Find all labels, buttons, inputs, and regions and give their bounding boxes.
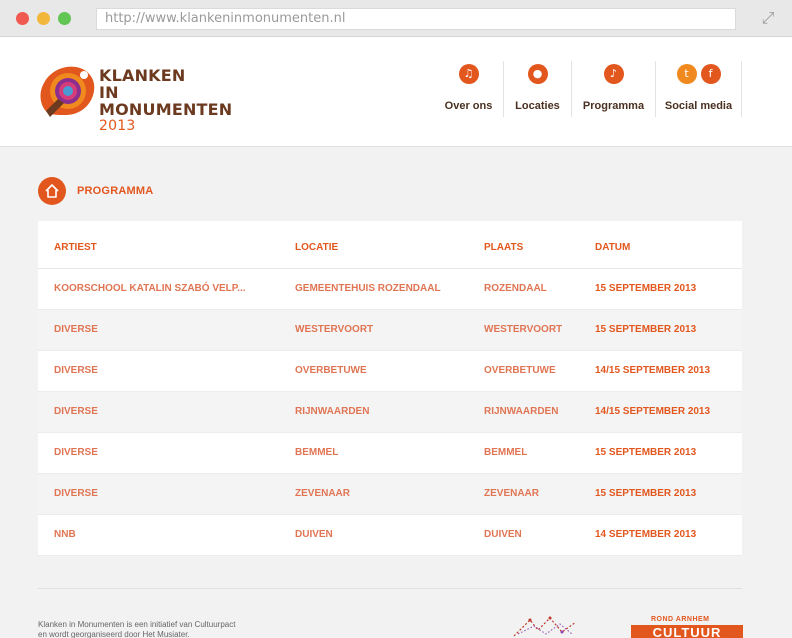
logo-line2: IN MONUMENTEN — [99, 83, 233, 119]
column-header-plaats[interactable]: PLAATS — [484, 242, 523, 253]
partner-name: CULTUUR — [631, 625, 743, 638]
cell-artiest[interactable]: DIVERSE — [54, 406, 98, 417]
table-row[interactable]: DIVERSE OVERBETUWE OVERBETUWE 14/15 SEPT… — [38, 351, 742, 392]
cell-locatie[interactable]: ZEVENAAR — [295, 488, 350, 499]
table-header: ARTIEST LOCATIE PLAATS DATUM — [38, 221, 742, 269]
column-header-datum[interactable]: DATUM — [595, 242, 630, 253]
cell-plaats[interactable]: ROZENDAAL — [484, 283, 547, 294]
twitter-icon[interactable]: t — [676, 64, 697, 84]
programma-table: ARTIEST LOCATIE PLAATS DATUM KOORSCHOOL … — [38, 221, 742, 556]
cell-artiest[interactable]: NNB — [54, 529, 76, 540]
cell-plaats[interactable]: OVERBETUWE — [484, 365, 556, 376]
browser-chrome: http://www.klankeninmonumenten.nl ⤢ — [0, 0, 792, 37]
cell-locatie[interactable]: DUIVEN — [295, 529, 333, 540]
cell-plaats[interactable]: WESTERVOORT — [484, 324, 562, 335]
nav-item-locaties[interactable]: ● Locaties — [504, 61, 572, 117]
music-note-icon: ♫ — [458, 64, 479, 84]
nav-label: Social media — [664, 100, 733, 112]
table-row[interactable]: DIVERSE BEMMEL BEMMEL 15 SEPTEMBER 2013 — [38, 433, 742, 474]
column-header-artiest[interactable]: ARTIEST — [54, 242, 97, 253]
cell-artiest[interactable]: DIVERSE — [54, 324, 98, 335]
address-bar[interactable]: http://www.klankeninmonumenten.nl — [96, 8, 736, 30]
close-window-button[interactable] — [16, 12, 29, 25]
logo-line1: KLANKEN — [99, 66, 186, 85]
cell-datum: 14/15 SEPTEMBER 2013 — [595, 406, 711, 417]
nav-item-programma[interactable]: ♪ Programma — [572, 61, 656, 117]
browser-window: http://www.klankeninmonumenten.nl ⤢ KLAN… — [0, 0, 792, 638]
logo-text: KLANKEN IN MONUMENTEN 2013 — [99, 67, 238, 135]
cell-locatie[interactable]: WESTERVOORT — [295, 324, 373, 335]
map-pin-icon: ● — [527, 64, 548, 84]
cell-locatie[interactable]: RIJNWAARDEN — [295, 406, 369, 417]
nav-item-social-media[interactable]: t f Social media — [656, 61, 742, 117]
maximize-window-button[interactable] — [58, 12, 71, 25]
cell-plaats[interactable]: DUIVEN — [484, 529, 522, 540]
table-row[interactable]: KOORSCHOOL KATALIN SZABÓ VELP... GEMEENT… — [38, 269, 742, 310]
guitar-icon: ♪ — [603, 64, 624, 84]
facebook-icon[interactable]: f — [700, 64, 721, 84]
cell-artiest[interactable]: DIVERSE — [54, 447, 98, 458]
cell-artiest[interactable]: DIVERSE — [54, 365, 98, 376]
table-row[interactable]: NNB DUIVEN DUIVEN 14 SEPTEMBER 2013 — [38, 515, 742, 556]
cell-datum: 15 SEPTEMBER 2013 — [595, 283, 697, 294]
nav-label: Programma — [582, 100, 645, 112]
cell-datum: 14/15 SEPTEMBER 2013 — [595, 365, 711, 376]
cell-plaats[interactable]: ZEVENAAR — [484, 488, 539, 499]
cell-datum: 15 SEPTEMBER 2013 — [595, 324, 697, 335]
home-icon[interactable] — [38, 177, 66, 205]
nav-label: Locaties — [515, 100, 560, 112]
footer-divider — [38, 588, 742, 589]
cell-artiest[interactable]: KOORSCHOOL KATALIN SZABÓ VELP... — [54, 283, 246, 294]
cell-locatie[interactable]: GEMEENTEHUIS ROZENDAAL — [295, 283, 441, 294]
table-row[interactable]: DIVERSE ZEVENAAR ZEVENAAR 15 SEPTEMBER 2… — [38, 474, 742, 515]
logo-year: 2013 — [99, 118, 136, 134]
footer-text: Klanken in Monumenten is een initiatief … — [38, 620, 278, 638]
column-header-locatie[interactable]: LOCATIE — [295, 242, 338, 253]
partner-logo-cultuur[interactable]: ROND ARNHEM CULTUUR — [631, 616, 743, 638]
partner-tagline: ROND ARNHEM — [651, 616, 710, 623]
cell-datum: 15 SEPTEMBER 2013 — [595, 447, 697, 458]
cell-locatie[interactable]: BEMMEL — [295, 447, 338, 458]
cell-locatie[interactable]: OVERBETUWE — [295, 365, 367, 376]
site-logo[interactable]: KLANKEN IN MONUMENTEN 2013 — [38, 63, 238, 134]
table-row[interactable]: DIVERSE RIJNWAARDEN RIJNWAARDEN 14/15 SE… — [38, 392, 742, 433]
cell-plaats[interactable]: RIJNWAARDEN — [484, 406, 558, 417]
table-row[interactable]: DIVERSE WESTERVOORT WESTERVOORT 15 SEPTE… — [38, 310, 742, 351]
footer-line2: en wordt georganiseerd door Het Musiater… — [38, 630, 190, 638]
cell-datum: 15 SEPTEMBER 2013 — [595, 488, 697, 499]
cell-datum: 14 SEPTEMBER 2013 — [595, 529, 697, 540]
nav-item-over-ons[interactable]: ♫ Over ons — [434, 61, 504, 117]
cell-artiest[interactable]: DIVERSE — [54, 488, 98, 499]
partner-logo-musiater[interactable] — [510, 612, 580, 638]
nav-label: Over ons — [444, 100, 493, 112]
logo-mark-icon — [40, 66, 95, 117]
fullscreen-icon[interactable]: ⤢ — [758, 9, 778, 29]
minimize-window-button[interactable] — [37, 12, 50, 25]
cell-plaats[interactable]: BEMMEL — [484, 447, 527, 458]
page-title: PROGRAMMA — [77, 185, 154, 197]
footer-line1: Klanken in Monumenten is een initiatief … — [38, 620, 236, 629]
main-nav: ♫ Over ons ● Locaties ♪ Programma t f So… — [434, 61, 742, 117]
site-header: KLANKEN IN MONUMENTEN 2013 ♫ Over ons ● … — [0, 37, 792, 147]
